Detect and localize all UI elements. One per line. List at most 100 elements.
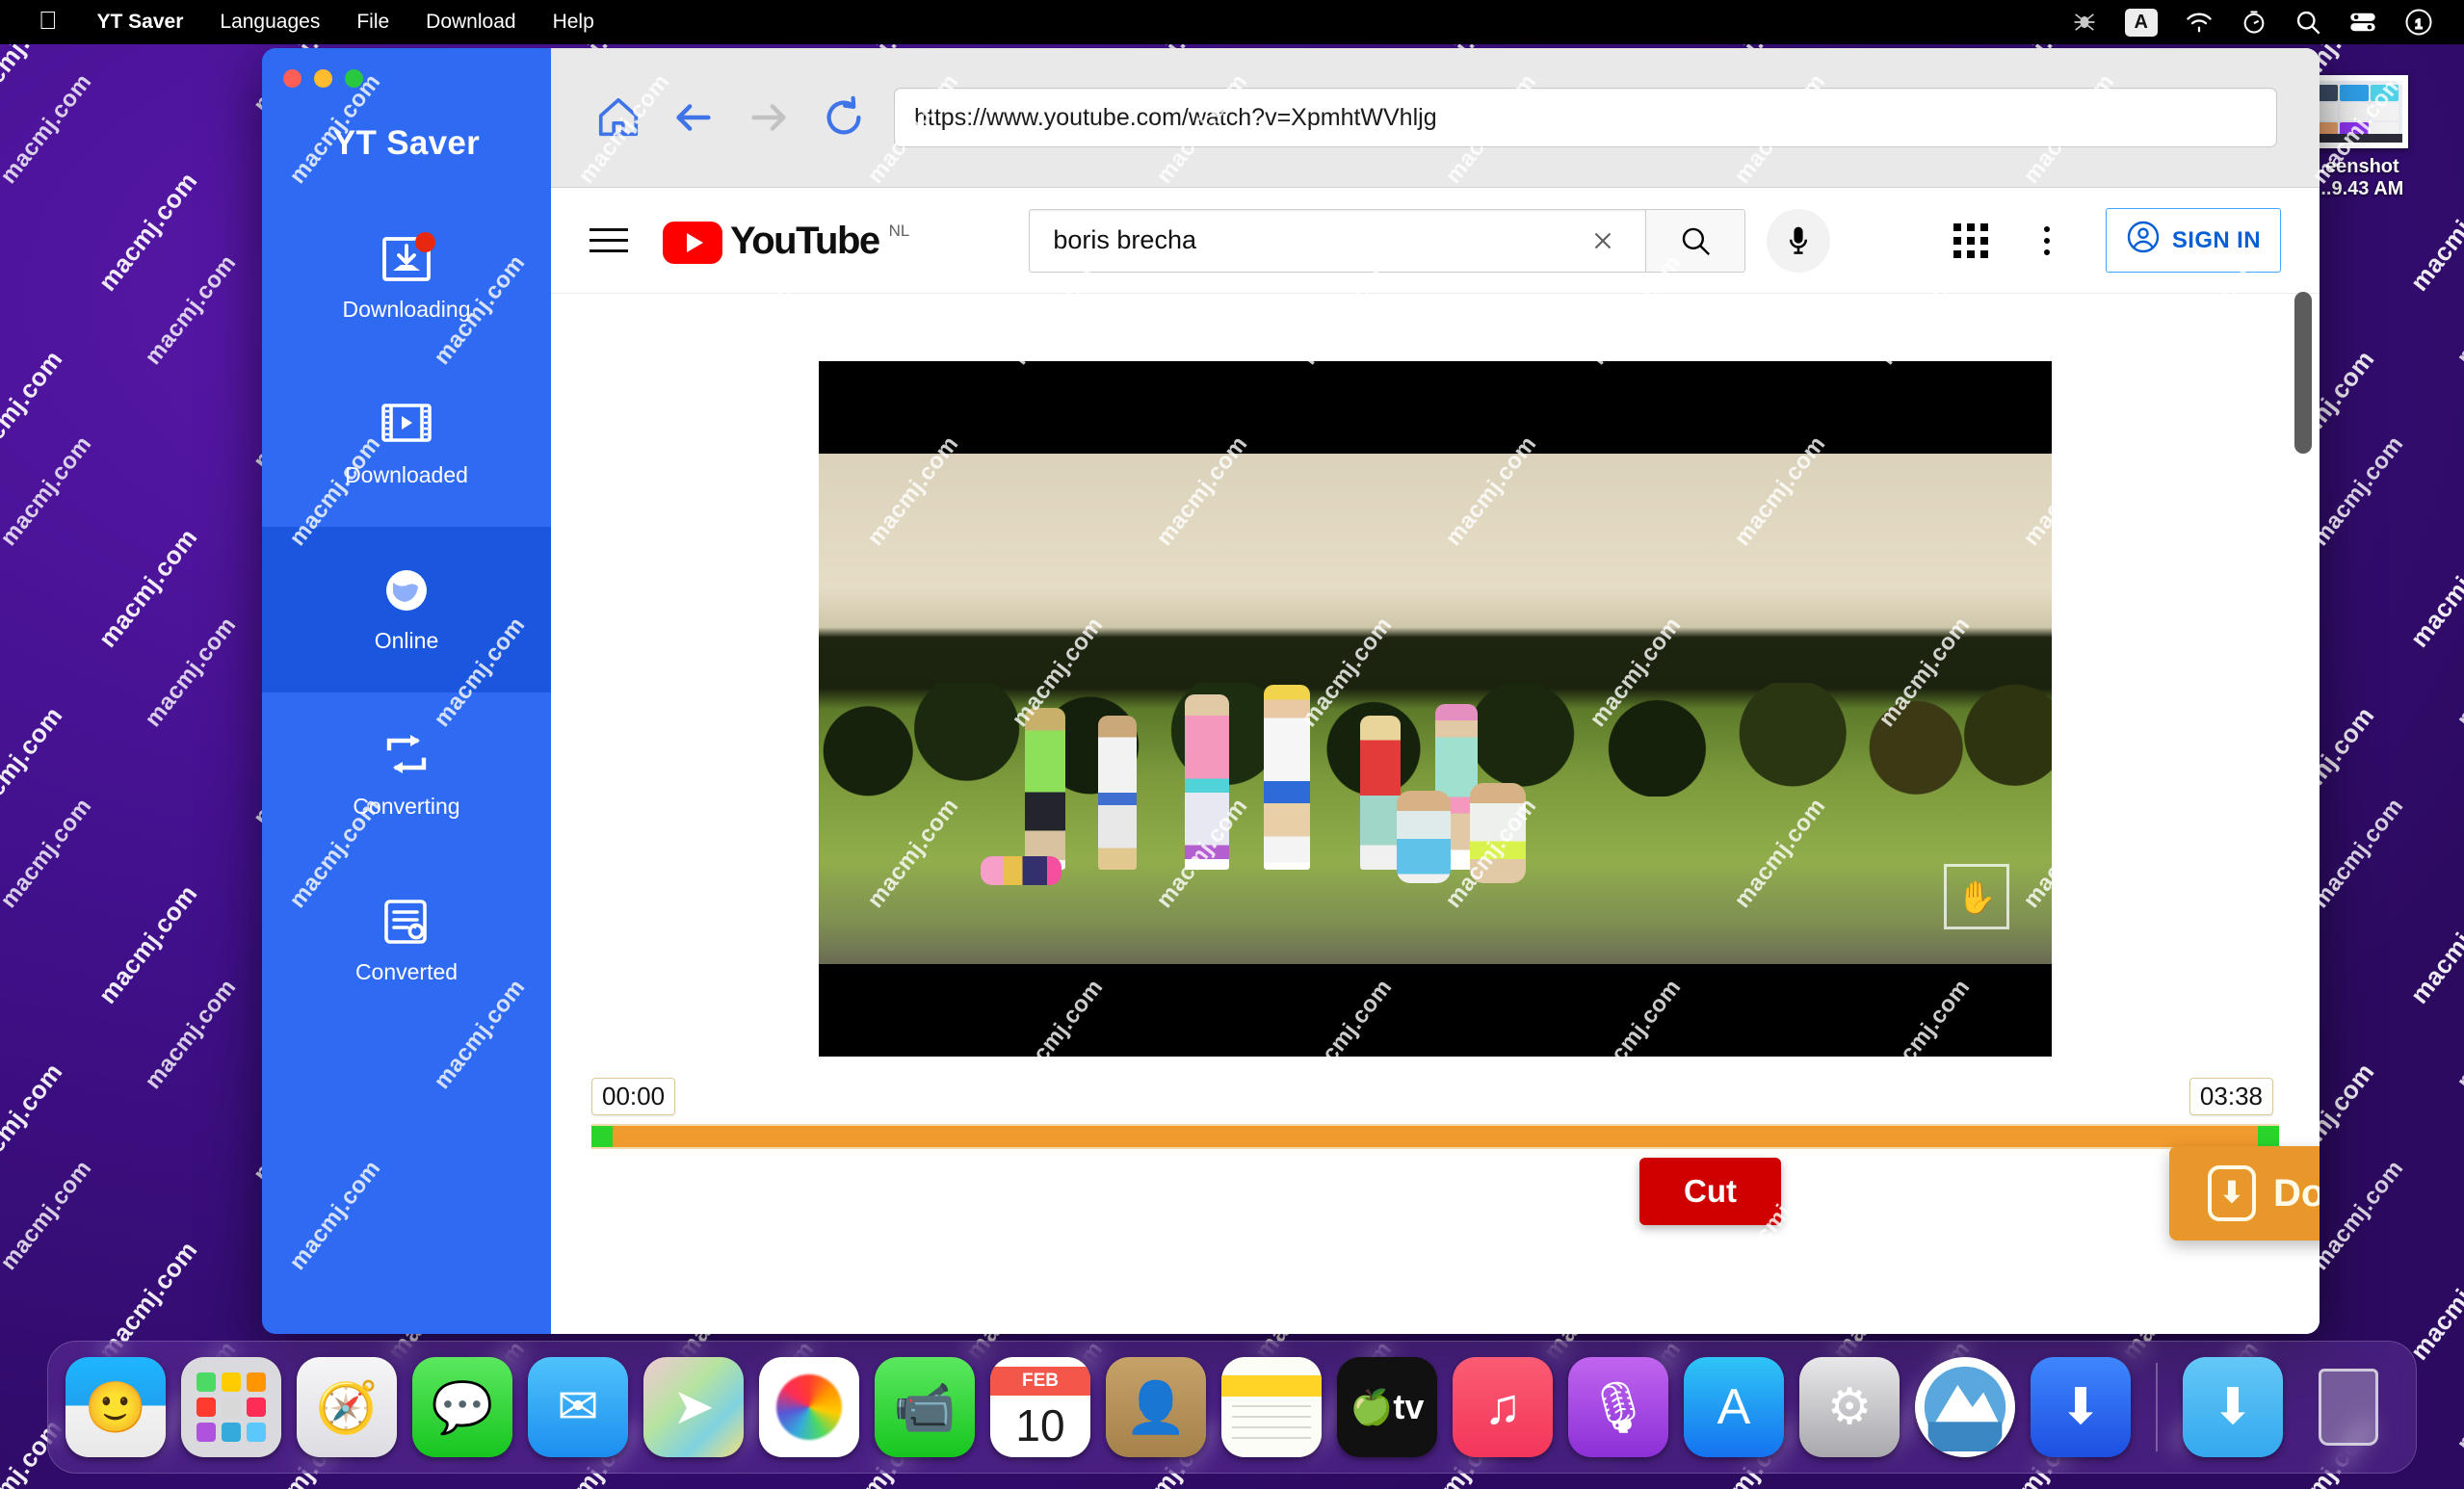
- dock-item-trash[interactable]: [2298, 1357, 2398, 1457]
- video-player[interactable]: ✋: [819, 361, 2052, 1057]
- address-bar[interactable]: https://www.youtube.com/watch?v=XpmhtWVh…: [894, 88, 2277, 147]
- dock-item-mail[interactable]: ✉: [528, 1357, 628, 1457]
- dock-item-finder[interactable]: 🙂: [66, 1357, 166, 1457]
- dock-item-downloads-folder[interactable]: ⬇: [2183, 1357, 2283, 1457]
- browser-toolbar: https://www.youtube.com/watch?v=XpmhtWVh…: [551, 48, 2320, 188]
- macos-menubar:  YT Saver Languages File Download Help …: [0, 0, 2464, 44]
- cut-button[interactable]: Cut: [1639, 1158, 1781, 1225]
- forward-button[interactable]: [744, 92, 794, 143]
- trim-range-bar[interactable]: [591, 1124, 2279, 1149]
- menu-download[interactable]: Download: [407, 0, 534, 44]
- more-vertical-icon[interactable]: [2031, 225, 2063, 255]
- dock-item-appletv[interactable]: 🍏tv: [1337, 1357, 1437, 1457]
- dock-item-music[interactable]: ♫: [1453, 1357, 1553, 1457]
- sidebar-item-downloaded[interactable]: Downloaded: [262, 361, 551, 527]
- film-play-icon: [380, 400, 433, 450]
- download-tray-icon: [380, 232, 435, 284]
- youtube-logo[interactable]: YouTube NL: [663, 218, 909, 264]
- search-icon[interactable]: [2294, 9, 2321, 36]
- menubar-status-items: A 1: [2071, 8, 2447, 37]
- watermark: macmj.com: [0, 700, 68, 831]
- youtube-page: YouTube NL boris brecha SIGN IN ✋ 00:00 …: [551, 188, 2320, 1334]
- clear-x-icon[interactable]: [1584, 226, 1622, 255]
- search-submit-button[interactable]: [1645, 208, 1746, 273]
- text-input-a-icon[interactable]: A: [2124, 8, 2158, 37]
- wifi-alert-icon[interactable]: [2185, 11, 2214, 34]
- hand-grab-icon: ✋: [1956, 878, 1997, 915]
- spider-icon[interactable]: [2071, 9, 2098, 36]
- dock-item-photos[interactable]: [759, 1357, 859, 1457]
- trim-start-time[interactable]: 00:00: [591, 1078, 676, 1115]
- youtube-play-icon: [663, 221, 722, 264]
- youtube-wordmark: YouTube: [730, 219, 880, 262]
- dock-item-maps[interactable]: ➤: [643, 1357, 744, 1457]
- menu-app-name[interactable]: YT Saver: [79, 0, 202, 44]
- sign-in-button[interactable]: SIGN IN: [2105, 208, 2281, 273]
- in-app-browser: https://www.youtube.com/watch?v=XpmhtWVh…: [551, 48, 2320, 1334]
- dock-item-system-settings[interactable]: ⚙: [1799, 1357, 1900, 1457]
- search-input-value: boris brecha: [1053, 225, 1196, 254]
- video-frame: ✋: [819, 454, 2052, 964]
- window-traffic-lights: [262, 48, 551, 88]
- scrollbar-thumb[interactable]: [2294, 292, 2312, 454]
- convert-loop-icon: [380, 731, 433, 781]
- sidebar-label-online: Online: [374, 628, 439, 653]
- sidebar-item-converting[interactable]: Converting: [262, 692, 551, 858]
- dock-item-contacts[interactable]: 👤: [1106, 1357, 1206, 1457]
- reload-icon[interactable]: [819, 92, 869, 143]
- dock-item-launchpad[interactable]: [181, 1357, 281, 1457]
- dock-separator: [2156, 1363, 2158, 1451]
- trim-end-handle[interactable]: [2258, 1126, 2279, 1147]
- watermark: macmj.com: [92, 166, 203, 297]
- watermark: macmj.com: [0, 1057, 68, 1188]
- dock-item-appstore[interactable]: A: [1684, 1357, 1784, 1457]
- search-input[interactable]: boris brecha: [1029, 208, 1646, 273]
- dock-item-notes[interactable]: [1221, 1357, 1322, 1457]
- maximize-button[interactable]: [345, 69, 363, 88]
- person: [1360, 716, 1401, 870]
- dock-item-calendar[interactable]: FEB 10: [990, 1357, 1090, 1457]
- hamburger-menu-icon[interactable]: [590, 228, 643, 252]
- page-scrollbar[interactable]: [2294, 292, 2312, 1334]
- home-icon[interactable]: [593, 92, 643, 143]
- action-buttons: Cut ⬇ Download: [551, 1146, 2320, 1273]
- person: [1098, 716, 1137, 870]
- apple-logo-icon[interactable]: : [17, 8, 79, 33]
- youtube-header: YouTube NL boris brecha SIGN IN: [551, 188, 2320, 294]
- person: [1397, 791, 1451, 883]
- globe-icon: [380, 565, 433, 615]
- downloading-badge: [415, 232, 435, 252]
- minimize-button[interactable]: [314, 69, 332, 88]
- dock-item-safari[interactable]: 🧭: [297, 1357, 397, 1457]
- close-button[interactable]: [283, 69, 301, 88]
- sidebar-label-converting: Converting: [353, 794, 460, 819]
- back-button[interactable]: [668, 92, 719, 143]
- dock-item-mountain-app[interactable]: [1915, 1357, 2015, 1457]
- macos-dock: 🙂 🧭 💬 ✉ ➤ 📹 FEB 10 👤 🍏tv ♫ 🎙 A ⚙ ⬇ ⬇: [47, 1341, 2417, 1474]
- dock-item-yt-saver[interactable]: ⬇: [2031, 1357, 2131, 1457]
- dock-item-facetime[interactable]: 📹: [875, 1357, 975, 1457]
- microphone-icon[interactable]: [1767, 208, 1831, 273]
- player-drag-handle[interactable]: ✋: [1944, 864, 2009, 929]
- person: [1264, 685, 1310, 870]
- control-center-icon[interactable]: [2348, 11, 2377, 34]
- watermark: macmj.com: [92, 522, 203, 653]
- person: [981, 856, 1062, 885]
- timer-icon[interactable]: [2241, 9, 2267, 36]
- watermark: macmj.com: [2404, 1235, 2464, 1366]
- sidebar-item-online[interactable]: Online: [262, 527, 551, 692]
- dock-item-messages[interactable]: 💬: [412, 1357, 512, 1457]
- menu-help[interactable]: Help: [535, 0, 613, 44]
- sidebar-item-downloading[interactable]: Downloading: [262, 196, 551, 361]
- apps-grid-icon[interactable]: [1953, 222, 1988, 258]
- dock-item-podcasts[interactable]: 🎙: [1568, 1357, 1668, 1457]
- youtube-search-group: boris brecha: [1029, 208, 1831, 273]
- trim-end-time[interactable]: 03:38: [2189, 1078, 2273, 1115]
- siri-icon[interactable]: 1: [2404, 8, 2433, 37]
- menu-languages[interactable]: Languages: [201, 0, 338, 44]
- sidebar-label-converted: Converted: [354, 959, 459, 984]
- sidebar-item-converted[interactable]: Converted: [262, 858, 551, 1024]
- menu-file[interactable]: File: [338, 0, 407, 44]
- sidebar-label-downloading: Downloading: [342, 297, 471, 322]
- trim-start-handle[interactable]: [591, 1126, 613, 1147]
